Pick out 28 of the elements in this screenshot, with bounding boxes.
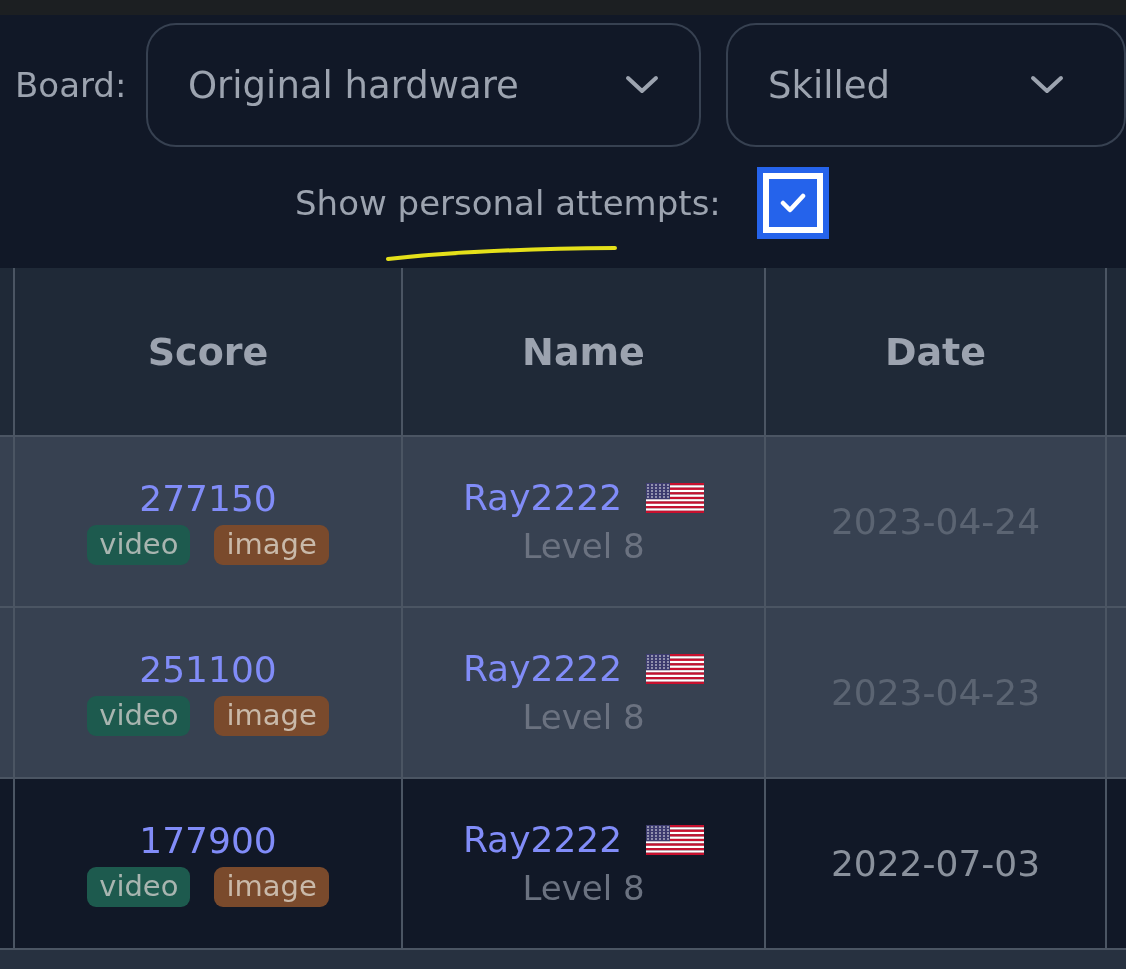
checkmark-icon	[779, 192, 806, 214]
dropdown[interactable]: Original hardware	[146, 23, 701, 147]
image-tag[interactable]: image	[214, 696, 329, 736]
video-tag[interactable]: video	[87, 696, 191, 736]
personal-attempts-checkbox[interactable]	[756, 167, 829, 239]
column-header[interactable]: Date	[884, 329, 987, 374]
image-tag[interactable]: image	[214, 867, 329, 907]
chevron-down-icon	[1030, 75, 1064, 95]
date-text: 2022-07-03	[830, 843, 1041, 884]
score-link[interactable]: 251100	[139, 649, 277, 690]
image-tag[interactable]: image	[214, 525, 329, 565]
chevron-down-icon	[625, 75, 659, 95]
dropdown[interactable]: Skilled	[726, 23, 1126, 147]
flag-icon	[646, 482, 705, 513]
player-name-link[interactable]: Ray2222	[462, 819, 623, 860]
flag-icon	[646, 824, 705, 855]
personal-attempts-label: Show personal attempts:	[295, 183, 721, 223]
board-label: Board:	[15, 65, 128, 105]
player-name-link[interactable]: Ray2222	[462, 648, 623, 689]
player-name-link[interactable]: Ray2222	[462, 477, 623, 518]
score-link[interactable]: 177900	[139, 820, 277, 861]
video-tag[interactable]: video	[87, 867, 191, 907]
score-link[interactable]: 277150	[139, 478, 277, 519]
column-header[interactable]: Score	[147, 329, 269, 374]
flag-icon	[646, 653, 705, 684]
column-header[interactable]: Name	[522, 329, 645, 374]
video-tag[interactable]: video	[87, 525, 191, 565]
level-text: Level 8	[522, 868, 645, 908]
